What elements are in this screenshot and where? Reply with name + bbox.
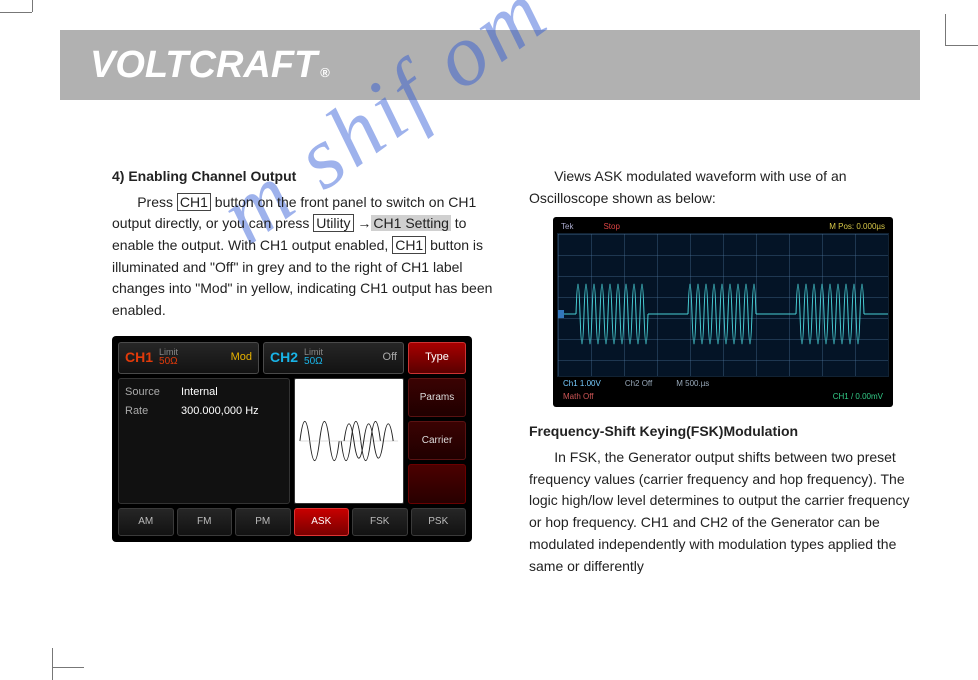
- device-params-table: Source Internal Rate 300.000,000 Hz: [118, 378, 290, 504]
- crop-mark: [32, 0, 33, 12]
- scope-plot-area: [557, 233, 889, 377]
- tab-am: AM: [118, 508, 174, 536]
- softkey-ch1-setting: CH1 Setting: [371, 215, 450, 231]
- brand-registered-icon: ®: [317, 65, 330, 80]
- wave-icon: [295, 381, 403, 501]
- ch1-state-mod: Mod: [231, 349, 252, 366]
- device-middle: Source Internal Rate 300.000,000 Hz: [118, 378, 466, 504]
- fsk-heading: Frequency-Shift Keying(FSK)Modulation: [529, 421, 918, 443]
- scope-runstate: Stop: [603, 221, 619, 233]
- key-label-utility: Utility: [313, 214, 353, 232]
- key-label-ch1: CH1: [177, 193, 211, 211]
- ch1-impedance: 50Ω: [159, 357, 178, 367]
- crop-mark: [946, 45, 978, 46]
- param-value: Internal: [181, 384, 218, 401]
- ch2-panel: CH2 Limit 50Ω Off: [263, 342, 404, 374]
- scope-brand: Tek: [561, 221, 573, 233]
- tab-psk: PSK: [411, 508, 467, 536]
- fsk-paragraph: In FSK, the Generator output shifts betw…: [529, 447, 918, 577]
- brand-text: VOLTCRAFT: [90, 44, 317, 87]
- tab-fsk: FSK: [352, 508, 408, 536]
- modulation-tabs: AM FM PM ASK FSK PSK: [118, 508, 466, 536]
- scope-top-bar: Tek Stop M Pos: 0.000µs: [557, 221, 889, 233]
- param-value: 300.000,000 Hz: [181, 403, 259, 420]
- tab-pm: PM: [235, 508, 291, 536]
- ch1-panel: CH1 Limit 50Ω Mod: [118, 342, 259, 374]
- carrier-button: Carrier: [408, 421, 466, 460]
- channel-marker-icon: [558, 310, 564, 318]
- tab-ask: ASK: [294, 508, 350, 536]
- brand-logo: VOLTCRAFT ®: [90, 44, 330, 87]
- right-column: Views ASK modulated waveform with use of…: [529, 166, 918, 640]
- side-button-empty: [408, 464, 466, 503]
- section-paragraph: Press CH1 button on the front panel to s…: [112, 192, 501, 322]
- device-side-buttons: Params Carrier: [408, 378, 466, 504]
- text-run: Press: [112, 194, 173, 210]
- brand-banner: VOLTCRAFT ®: [60, 30, 920, 100]
- ch2-impedance: 50Ω: [304, 357, 323, 367]
- oscilloscope-screenshot: Tek Stop M Pos: 0.000µs: [553, 217, 893, 407]
- ch2-label: CH2: [270, 347, 298, 369]
- arrow-icon: →: [357, 215, 371, 231]
- crop-mark: [52, 667, 84, 668]
- left-column: 4) Enabling Channel Output Press CH1 but…: [112, 166, 501, 640]
- table-row: Source Internal: [125, 383, 283, 402]
- ch2-state-off: Off: [383, 349, 397, 366]
- scope-waveform-icon: [558, 234, 888, 394]
- param-key: Rate: [125, 403, 171, 420]
- crop-mark: [945, 14, 946, 46]
- param-key: Source: [125, 384, 171, 401]
- tab-fm: FM: [177, 508, 233, 536]
- params-button: Params: [408, 378, 466, 417]
- page-content: 4) Enabling Channel Output Press CH1 but…: [112, 166, 918, 640]
- table-row: Rate 300.000,000 Hz: [125, 402, 283, 421]
- device-channel-header: CH1 Limit 50Ω Mod CH2 Limit 50Ω Off Type: [118, 342, 466, 374]
- key-label-ch1: CH1: [392, 236, 426, 254]
- crop-mark: [0, 12, 32, 13]
- ch1-label: CH1: [125, 347, 153, 369]
- scope-mpos: M Pos: 0.000µs: [829, 221, 885, 233]
- device-screenshot: CH1 Limit 50Ω Mod CH2 Limit 50Ω Off Type: [112, 336, 472, 542]
- section-heading: 4) Enabling Channel Output: [112, 166, 501, 188]
- crop-mark: [52, 648, 53, 680]
- type-button: Type: [408, 342, 466, 374]
- device-preview-wave: [294, 378, 404, 504]
- intro-paragraph: Views ASK modulated waveform with use of…: [529, 166, 918, 209]
